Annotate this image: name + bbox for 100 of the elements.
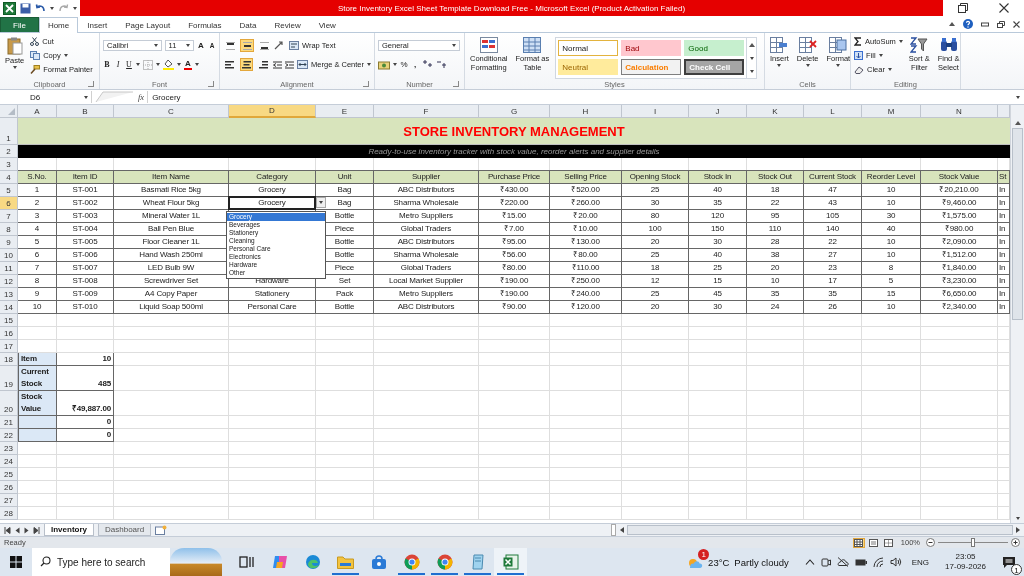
ribbon-tab[interactable]: Formulas bbox=[179, 17, 231, 32]
italic-button[interactable]: I bbox=[114, 60, 122, 69]
caret-icon[interactable] bbox=[73, 6, 77, 10]
ribbon-tab[interactable]: Home bbox=[38, 17, 79, 33]
dialog-launcher-icon[interactable] bbox=[363, 81, 369, 87]
caret-icon[interactable] bbox=[50, 6, 54, 10]
selected-cell[interactable]: Grocery bbox=[229, 197, 315, 209]
battery-icon[interactable] bbox=[854, 558, 867, 566]
next-sheet-icon[interactable] bbox=[24, 526, 29, 534]
font-color-button[interactable]: A bbox=[184, 59, 192, 70]
table-cell: 38 bbox=[747, 249, 804, 262]
excel-app-button[interactable] bbox=[494, 548, 527, 576]
page-break-view-button[interactable] bbox=[882, 537, 895, 548]
percent-button[interactable]: % bbox=[400, 60, 408, 69]
horizontal-align-button[interactable] bbox=[256, 58, 271, 71]
dropdown-button[interactable] bbox=[316, 197, 326, 208]
horizontal-align-button[interactable] bbox=[223, 58, 237, 71]
language-indicator[interactable]: ENG bbox=[911, 557, 930, 567]
camera-icon[interactable] bbox=[820, 556, 831, 568]
cell-style-option[interactable]: Bad bbox=[621, 40, 682, 56]
insert-function-button[interactable]: fx bbox=[138, 92, 145, 102]
restore-icon[interactable] bbox=[958, 3, 969, 13]
collapse-ribbon-icon[interactable] bbox=[949, 22, 955, 26]
caret-icon[interactable] bbox=[177, 63, 181, 66]
scroll-up-icon[interactable] bbox=[748, 43, 755, 47]
notifications-icon[interactable] bbox=[1002, 555, 1016, 569]
empty-cell bbox=[804, 416, 862, 429]
ribbon-tab[interactable]: Data bbox=[230, 17, 266, 32]
expand-formula-bar-icon[interactable] bbox=[1016, 95, 1020, 99]
ribbon-tab[interactable]: File bbox=[0, 17, 39, 32]
splitter-handle-icon[interactable] bbox=[95, 91, 135, 103]
empty-cell bbox=[862, 314, 921, 327]
caret-icon[interactable] bbox=[195, 63, 199, 66]
cell-style-option[interactable]: Good bbox=[684, 40, 745, 56]
formula-field[interactable]: Grocery bbox=[147, 91, 1013, 103]
caret-icon[interactable] bbox=[136, 63, 140, 66]
volume-icon[interactable] bbox=[889, 557, 902, 567]
cell-style-option[interactable]: Normal bbox=[558, 40, 619, 56]
minimize-icon[interactable] bbox=[981, 21, 989, 27]
dialog-launcher-icon[interactable] bbox=[453, 81, 459, 87]
undo-icon[interactable] bbox=[35, 3, 46, 13]
caret-icon[interactable] bbox=[393, 63, 397, 66]
previous-sheet-icon[interactable] bbox=[15, 526, 20, 534]
underline-button[interactable]: U bbox=[125, 60, 133, 69]
fill-color-icon[interactable] bbox=[163, 59, 174, 70]
wifi-icon[interactable] bbox=[872, 557, 884, 567]
caret-icon[interactable] bbox=[156, 63, 160, 66]
cell-style-option[interactable]: Neutral bbox=[558, 59, 619, 75]
help-icon[interactable] bbox=[963, 19, 973, 29]
decrease-decimal-icon[interactable] bbox=[436, 60, 447, 69]
new-sheet-icon[interactable] bbox=[155, 525, 168, 535]
close-icon[interactable] bbox=[1013, 20, 1020, 28]
name-box[interactable]: D6 bbox=[0, 91, 92, 103]
cloud-off-icon[interactable] bbox=[836, 557, 849, 567]
grow-font-button[interactable]: A bbox=[197, 41, 205, 50]
bold-button[interactable]: B bbox=[103, 60, 111, 69]
empty-cell bbox=[57, 481, 114, 494]
normal-view-button[interactable] bbox=[852, 537, 865, 548]
summary-value: 485 bbox=[57, 366, 114, 391]
dialog-launcher-icon[interactable] bbox=[208, 81, 214, 87]
close-icon[interactable] bbox=[998, 3, 1009, 13]
ribbon-tab[interactable]: Insert bbox=[78, 17, 117, 32]
currency-icon[interactable] bbox=[378, 59, 390, 70]
clock[interactable]: 23:05 17-09-2026 bbox=[945, 552, 986, 572]
horizontal-align-button[interactable] bbox=[239, 58, 254, 71]
show-hidden-icons-icon[interactable] bbox=[804, 559, 815, 565]
decrease-indent-icon[interactable] bbox=[273, 60, 283, 69]
restore-icon[interactable] bbox=[997, 20, 1005, 28]
vertical-scrollbar[interactable] bbox=[1010, 105, 1024, 523]
ribbon-tab[interactable]: Review bbox=[265, 17, 310, 32]
split-handle[interactable] bbox=[611, 524, 617, 536]
sheet-tab[interactable]: Dashboard bbox=[98, 524, 152, 536]
sheet-tab[interactable]: Inventory bbox=[44, 524, 94, 536]
first-sheet-icon[interactable] bbox=[4, 526, 11, 534]
temperature[interactable]: 23°C bbox=[708, 556, 730, 568]
vertical-align-button[interactable] bbox=[223, 39, 237, 52]
row-number: 4 bbox=[0, 171, 18, 184]
empty-cell bbox=[622, 507, 689, 520]
more-styles-icon[interactable] bbox=[749, 70, 754, 73]
vertical-align-button[interactable] bbox=[257, 39, 271, 52]
search-field[interactable]: Type here to search bbox=[32, 548, 170, 576]
weather-condition[interactable]: Partly cloudy bbox=[734, 556, 789, 568]
orientation-icon[interactable] bbox=[274, 41, 286, 50]
zoom-in-icon[interactable] bbox=[1011, 538, 1020, 547]
dialog-launcher-icon[interactable] bbox=[88, 81, 94, 87]
increase-decimal-icon[interactable] bbox=[422, 60, 433, 69]
ribbon-tab[interactable]: View bbox=[309, 17, 345, 32]
page-layout-view-button[interactable] bbox=[867, 537, 880, 548]
start-icon[interactable] bbox=[10, 556, 22, 568]
save-icon[interactable] bbox=[20, 2, 31, 14]
scroll-down-icon[interactable] bbox=[749, 57, 754, 60]
ribbon-tab[interactable]: Page Layout bbox=[116, 17, 180, 32]
comma-style-button[interactable]: , bbox=[411, 60, 419, 69]
horizontal-scrollbar[interactable] bbox=[620, 525, 1021, 535]
increase-indent-icon[interactable] bbox=[285, 60, 295, 69]
vertical-align-button[interactable] bbox=[240, 39, 254, 52]
last-sheet-icon[interactable] bbox=[33, 526, 40, 534]
zoom-out-icon[interactable] bbox=[926, 538, 935, 547]
zoom-slider[interactable] bbox=[938, 538, 1008, 547]
view-icon bbox=[854, 538, 864, 547]
